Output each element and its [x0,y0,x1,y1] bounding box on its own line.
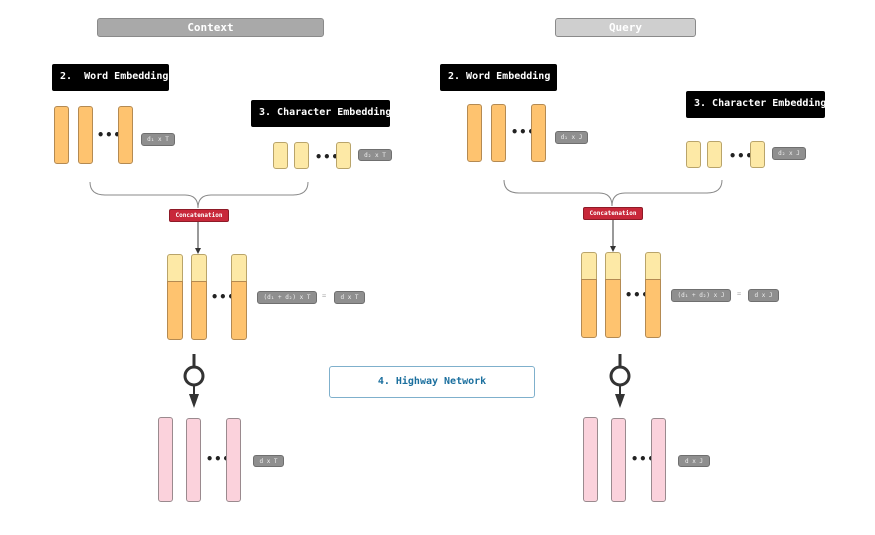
context-concatenation-badge: Concatenation [169,209,229,222]
context-highway-vector [226,418,241,502]
query-word-vector [531,104,546,162]
query-combined-word-part [605,279,621,338]
context-word-dim-badge: d₁ x T [141,133,175,146]
query-char-vector [686,141,701,168]
context-combined-word-part [191,281,207,340]
context-char-vector [294,142,309,169]
query-equals-sign: = [737,290,742,298]
query-word-dim-badge: d₁ x J [555,131,588,144]
context-highway-dim-badge: d x T [253,455,284,467]
query-combined-word-part [581,279,597,338]
context-char-vector [336,142,351,169]
query-combined-char-part [645,252,661,280]
context-equals-sign: = [322,292,327,300]
query-highway-dim-badge: d x J [678,455,710,467]
context-highway-vector [186,418,201,502]
query-highway-vector [583,417,598,502]
query-char-vector [707,141,722,168]
context-char-embedding-label: 3. Character Embedding [251,100,391,127]
context-combined-word-part [167,281,183,340]
query-combined-char-part [581,252,597,280]
query-highway-vector [611,418,626,502]
context-combined-char-part [231,254,247,282]
context-word-vector [54,106,69,164]
query-combined-dim-badge: d x J [748,289,779,302]
query-concat-dim-badge: (d₁ + d₂) x J [671,289,731,302]
context-combined-char-part [191,254,207,282]
context-char-dim-badge: d₂ x T [358,149,392,161]
context-combined-dim-badge: d x T [334,291,365,304]
query-combined-word-part [645,279,661,338]
context-word-vector [118,106,133,164]
query-char-dim-badge: d₂ x J [772,147,806,160]
query-char-embedding-label: 3. Character Embedding [686,91,826,118]
query-combined-char-part [605,252,621,280]
query-concatenation-badge: Concatenation [583,207,643,220]
context-concat-dim-badge: (d₁ + d₂) x T [257,291,317,304]
query-brace [503,179,723,207]
query-word-embedding-label: 2. Word Embedding [440,64,557,91]
context-brace [89,181,309,209]
query-highway-vector [651,418,666,502]
context-char-vector [273,142,288,169]
highway-network-label: 4. Highway Network [329,366,535,398]
query-word-vector [467,104,482,162]
context-word-vector [78,106,93,164]
context-combined-word-part [231,281,247,340]
query-word-vector [491,104,506,162]
context-combined-char-part [167,254,183,282]
context-highway-gate-icon [183,354,205,408]
query-char-vector [750,141,765,168]
context-word-embedding-label: 2. Word Embedding [52,64,169,91]
query-highway-gate-icon [609,354,631,408]
context-highway-vector [158,417,173,502]
